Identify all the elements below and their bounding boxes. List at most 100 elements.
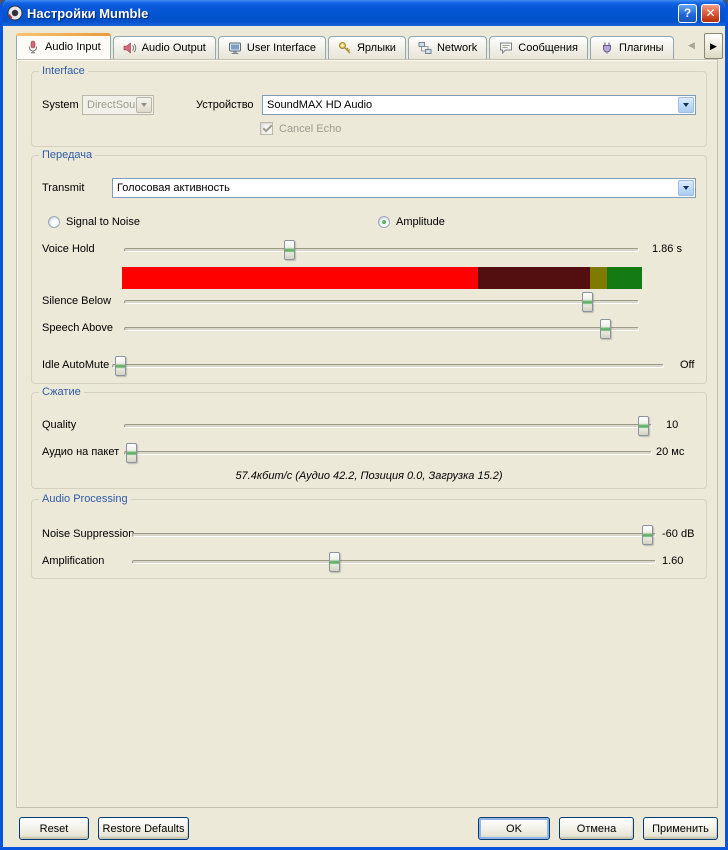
transmit-combobox[interactable]: Голосовая активность [112, 178, 696, 198]
apply-button[interactable]: Применить [643, 817, 718, 840]
amplification-slider[interactable] [132, 560, 656, 564]
audio-processing-group-title: Audio Processing [39, 493, 131, 505]
restore-defaults-button[interactable]: Restore Defaults [98, 817, 189, 840]
noise-suppression-label: Noise Suppression [42, 528, 134, 541]
plug-icon [600, 41, 614, 55]
amplitude-label: Amplitude [396, 216, 445, 229]
mumble-icon [7, 5, 23, 21]
key-icon [338, 41, 352, 55]
idle-automute-slider-thumb[interactable] [115, 356, 126, 376]
right-arrow-icon: ▶ [710, 41, 717, 52]
speaker-icon [123, 41, 137, 55]
voice-hold-value: 1.86 s [652, 243, 682, 256]
dropdown-button [136, 97, 152, 113]
help-button[interactable]: ? [678, 4, 697, 23]
signal-to-noise-label: Signal to Noise [66, 216, 140, 229]
amplification-value: 1.60 [662, 555, 683, 568]
interface-group-title: Interface [39, 65, 88, 77]
device-combobox[interactable]: SoundMAX HD Audio [262, 95, 696, 115]
speech-above-slider[interactable] [124, 327, 639, 331]
speech-above-slider-thumb[interactable] [600, 319, 611, 339]
chevron-down-icon [683, 103, 689, 107]
meter-segment [590, 267, 607, 289]
voice-hold-slider-thumb[interactable] [284, 240, 295, 260]
cancel-button[interactable]: Отмена [559, 817, 634, 840]
amplification-label: Amplification [42, 555, 104, 568]
silence-below-slider[interactable] [124, 300, 639, 304]
compression-group: Сжатие Quality 10 Аудио на пакет 20 мс 5… [31, 392, 707, 489]
noise-suppression-value: -60 dB [662, 528, 694, 541]
amplitude-radio[interactable] [378, 216, 390, 228]
compression-group-title: Сжатие [39, 386, 84, 398]
audio-level-meter [122, 267, 642, 289]
title-bar[interactable]: Настройки Mumble ? ✕ [3, 0, 725, 26]
tab-label: User Interface [247, 42, 316, 54]
network-icon [418, 41, 432, 55]
device-label: Устройство [196, 99, 254, 112]
cancel-echo-checkbox [260, 122, 273, 135]
noise-suppression-slider[interactable] [132, 533, 656, 537]
tab-label: Плагины [619, 42, 664, 54]
chevron-down-icon [141, 103, 147, 107]
transmit-combobox-value: Голосовая активность [117, 182, 230, 194]
amplification-slider-thumb[interactable] [329, 552, 340, 572]
transmit-label: Transmit [42, 182, 84, 195]
idle-automute-value: Off [680, 359, 694, 372]
voice-hold-label: Voice Hold [42, 243, 95, 256]
meter-segment [122, 267, 478, 289]
microphone-icon [26, 40, 40, 54]
meter-segment [478, 267, 590, 289]
meter-segment [607, 267, 642, 289]
interface-group: Interface System DirectSound Устройство … [31, 71, 707, 147]
idle-automute-slider[interactable] [112, 364, 664, 368]
tab-label: Сообщения [518, 42, 578, 54]
tab-scroll-right-button[interactable]: ▶ [704, 33, 723, 59]
idle-automute-label: Idle AutoMute [42, 359, 109, 372]
speech-above-label: Speech Above [42, 322, 113, 335]
quality-slider[interactable] [124, 424, 652, 428]
tab-plugins[interactable]: Плагины [590, 36, 674, 59]
window-title: Настройки Mumble [27, 6, 148, 21]
system-combobox: DirectSound [82, 95, 154, 115]
tab-label: Audio Output [142, 42, 206, 54]
audio-per-packet-slider[interactable] [124, 451, 652, 455]
signal-to-noise-radio[interactable] [48, 216, 60, 228]
silence-below-slider-thumb[interactable] [582, 292, 593, 312]
transmission-group: Передача Transmit Голосовая активность S… [31, 155, 707, 384]
ok-button[interactable]: OK [478, 817, 550, 840]
audio-per-packet-slider-thumb[interactable] [126, 443, 137, 463]
tab-audio-input[interactable]: Audio Input [16, 33, 111, 59]
quality-slider-thumb[interactable] [638, 416, 649, 436]
tab-messages[interactable]: Сообщения [489, 36, 588, 59]
monitor-icon [228, 41, 242, 55]
noise-suppression-slider-thumb[interactable] [642, 525, 653, 545]
dropdown-button[interactable] [678, 97, 694, 113]
system-label: System [42, 99, 79, 112]
tab-bar: Audio Input Audio Output User Interface … [16, 33, 676, 59]
cancel-echo-label: Cancel Echo [279, 123, 341, 136]
tab-scroll-left-button: ◀ [688, 40, 695, 51]
tab-label: Ярлыки [357, 42, 396, 54]
close-button[interactable]: ✕ [701, 4, 720, 23]
audio-per-packet-value: 20 мс [656, 446, 684, 459]
silence-below-label: Silence Below [42, 295, 111, 308]
device-combobox-value: SoundMAX HD Audio [267, 99, 372, 111]
mumble-settings-window: Настройки Mumble ? ✕ Audio Input Audio O… [0, 0, 728, 850]
quality-value: 10 [666, 419, 678, 432]
tab-audio-output[interactable]: Audio Output [113, 36, 216, 59]
transmission-group-title: Передача [39, 149, 95, 161]
tab-shortcuts[interactable]: Ярлыки [328, 36, 406, 59]
tab-user-interface[interactable]: User Interface [218, 36, 326, 59]
chevron-down-icon [683, 186, 689, 190]
dropdown-button[interactable] [678, 180, 694, 196]
bitrate-info: 57.4кбит/с (Аудио 42.2, Позиция 0.0, Заг… [32, 470, 706, 482]
quality-label: Quality [42, 419, 76, 432]
tab-label: Network [437, 42, 477, 54]
tab-network[interactable]: Network [408, 36, 487, 59]
audio-processing-group: Audio Processing Noise Suppression -60 d… [31, 499, 707, 579]
audio-per-packet-label: Аудио на пакет [42, 446, 119, 459]
speech-bubble-icon [499, 41, 513, 55]
voice-hold-slider[interactable] [124, 248, 639, 252]
tab-label: Audio Input [45, 41, 101, 53]
reset-button[interactable]: Reset [19, 817, 89, 840]
